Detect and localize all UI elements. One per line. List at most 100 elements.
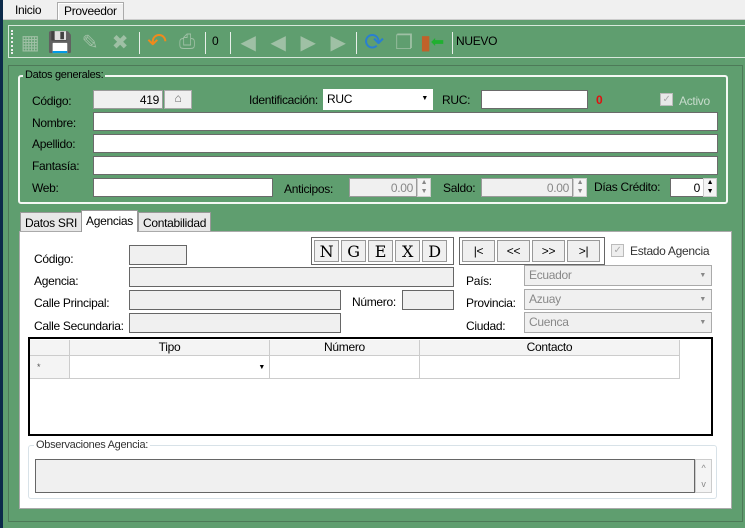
provincia-value: Azuay (529, 292, 561, 306)
delete-icon[interactable]: ✖ (107, 29, 133, 55)
first-agency-button[interactable]: |< (462, 240, 495, 262)
window-edge (0, 0, 3, 528)
separator (230, 32, 231, 54)
delete-agency-button[interactable]: D (422, 240, 447, 262)
anticipos-field[interactable]: 0.00 (349, 178, 417, 197)
dias-credito-field[interactable]: 0 (670, 178, 704, 197)
observaciones-field[interactable] (35, 459, 695, 493)
ruc-field[interactable] (481, 90, 588, 109)
tab-datos-sri[interactable]: Datos SRI (20, 212, 82, 232)
activo-checkbox[interactable]: ✓ (660, 93, 673, 106)
first-icon[interactable]: ◀ (235, 29, 261, 55)
next-agency-button[interactable]: >> (532, 240, 565, 262)
agencia-label: Agencia: (34, 274, 79, 288)
anticipos-spinner[interactable]: ▲ ▼ (417, 178, 431, 197)
tab-agencias[interactable]: Agencias (81, 210, 138, 232)
last-agency-button[interactable]: >| (567, 240, 600, 262)
ruc-count: 0 (596, 93, 603, 107)
cancel-agency-button[interactable]: X (395, 240, 420, 262)
next-icon[interactable]: ▶ (295, 29, 321, 55)
separator (205, 32, 206, 54)
apellido-field[interactable] (93, 134, 718, 153)
calle-principal-field[interactable] (129, 290, 341, 310)
save-icon[interactable]: 💾 (47, 29, 73, 55)
top-tab-bar: Inicio Proveedor (3, 0, 745, 20)
prev-agency-button[interactable]: << (497, 240, 530, 262)
identificacion-value: RUC (327, 92, 353, 106)
numero-field[interactable] (402, 290, 454, 310)
new-icon[interactable]: ▦ (17, 29, 43, 55)
contacts-grid[interactable]: Tipo Número Contacto * ▼ (28, 337, 713, 436)
estado-agencia-checkbox[interactable]: ✓ (611, 244, 624, 257)
web-field[interactable] (93, 178, 273, 197)
ruc-label: RUC: (442, 93, 471, 107)
calle-principal-label: Calle Principal: (34, 296, 110, 310)
activo-label: Activo (679, 94, 710, 108)
save-agency-button[interactable]: G (341, 240, 366, 262)
provincia-label: Provincia: (466, 296, 516, 310)
nombre-field[interactable] (93, 112, 718, 131)
copy-icon[interactable]: ❐ (391, 29, 417, 55)
agencia-action-buttons: N G E X D (311, 237, 454, 265)
calle-secundaria-field[interactable] (129, 313, 341, 333)
anticipos-label: Anticipos: (284, 182, 334, 196)
agencia-codigo-label: Código: (34, 252, 74, 266)
new-row-marker: * (30, 356, 70, 379)
print-icon[interactable]: ⎙ (174, 29, 200, 55)
toolbar-grip[interactable] (11, 30, 14, 54)
column-header-tipo[interactable]: Tipo (70, 340, 270, 356)
codigo-field[interactable]: 419 (93, 90, 163, 109)
column-header-contacto[interactable]: Contacto (420, 340, 680, 356)
chevron-down-icon: ▼ (421, 95, 428, 102)
pais-select[interactable]: Ecuador ▼ (524, 265, 712, 286)
observaciones-scrollbar[interactable]: ^ v (695, 459, 712, 493)
group-legend: Datos generales: (23, 69, 106, 81)
column-header-numero[interactable]: Número (270, 340, 420, 356)
ciudad-select[interactable]: Cuenca ▼ (524, 312, 712, 333)
toolbar: ▦ 💾 ✎ ✖ ↶ ⎙ 0 ◀ ◀ ▶ ▶ ⟳ ❐ ▮ ⬅ NUEVO (8, 25, 745, 58)
ciudad-label: Ciudad: (466, 319, 506, 333)
nombre-label: Nombre: (32, 116, 76, 130)
saldo-field[interactable]: 0.00 (481, 178, 573, 197)
search-icon[interactable]: ⌂ (164, 90, 192, 109)
last-icon[interactable]: ▶ (325, 29, 351, 55)
separator (139, 32, 140, 54)
agencia-codigo-field[interactable] (129, 245, 187, 265)
edit-icon[interactable]: ✎ (77, 29, 103, 55)
ciudad-value: Cuenca (529, 315, 569, 329)
chevron-down-icon: ▼ (699, 272, 706, 279)
tipo-cell[interactable]: ▼ (70, 356, 270, 379)
numero-label: Número: (352, 295, 396, 309)
tab-contabilidad[interactable]: Contabilidad (138, 212, 212, 232)
record-counter: 0 (212, 34, 219, 48)
saldo-label: Saldo: (443, 181, 476, 195)
prev-icon[interactable]: ◀ (265, 29, 291, 55)
new-agency-button[interactable]: N (314, 240, 339, 262)
chevron-down-icon[interactable]: ▼ (258, 364, 265, 371)
fantasia-label: Fantasía: (32, 159, 80, 173)
calle-secundaria-label: Calle Secundaria: (34, 319, 124, 333)
numero-cell[interactable] (270, 356, 420, 379)
exit-icon[interactable]: ▮ ⬅ (419, 29, 445, 55)
separator (452, 32, 453, 54)
chevron-down-icon: ▼ (699, 319, 706, 326)
refresh-icon[interactable]: ⟳ (361, 29, 387, 56)
tab-proveedor[interactable]: Proveedor (57, 2, 124, 20)
agencia-field[interactable] (129, 267, 454, 287)
apellido-label: Apellido: (32, 137, 76, 151)
provincia-select[interactable]: Azuay ▼ (524, 289, 712, 310)
observaciones-label: Observaciones Agencia: (34, 439, 151, 451)
dias-credito-spinner[interactable]: ▲ ▼ (703, 178, 717, 197)
separator (356, 32, 357, 54)
web-label: Web: (32, 181, 59, 195)
saldo-spinner[interactable]: ▲ ▼ (573, 178, 587, 197)
contacto-cell[interactable] (420, 356, 680, 379)
identificacion-select[interactable]: RUC ▼ (323, 89, 433, 110)
pais-value: Ecuador (529, 268, 572, 282)
undo-icon[interactable]: ↶ (144, 29, 170, 56)
chevron-down-icon: ▼ (699, 296, 706, 303)
fantasia-field[interactable] (93, 156, 718, 175)
estado-agencia-label: Estado Agencia (630, 244, 710, 258)
edit-agency-button[interactable]: E (368, 240, 393, 262)
tab-inicio[interactable]: Inicio (9, 2, 47, 20)
